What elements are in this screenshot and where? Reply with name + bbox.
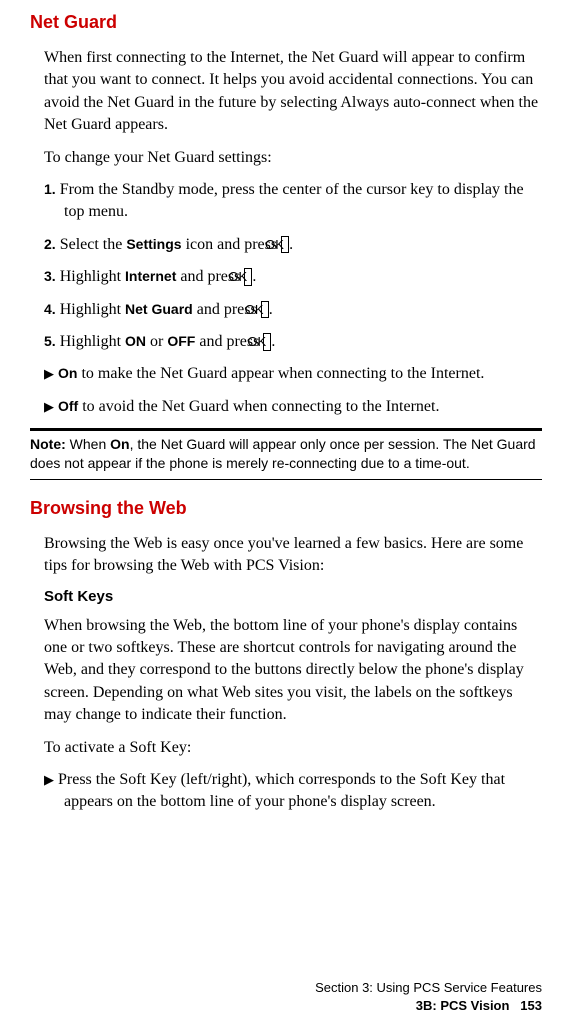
ui-label: On [110, 436, 129, 452]
step-text: . [271, 333, 275, 350]
ui-label: ON [125, 333, 146, 349]
ui-label: Off [58, 398, 78, 414]
softkeys-para: When browsing the Web, the bottom line o… [44, 615, 542, 727]
step-text: Highlight [60, 333, 125, 350]
step-num: 2. [44, 236, 56, 252]
netguard-intro: When first connecting to the Internet, t… [44, 47, 542, 137]
step-num: 4. [44, 301, 56, 317]
step-text: From the Standby mode, press the center … [60, 181, 524, 220]
heading-net-guard: Net Guard [30, 12, 542, 33]
bullet-text: to avoid the Net Guard when connecting t… [78, 398, 439, 415]
step-text: Select the [60, 236, 127, 253]
bullet-marker-icon: ▶ [44, 399, 58, 414]
ui-label: OFF [167, 333, 195, 349]
ui-label: Internet [125, 268, 176, 284]
note-block: Note: When On, the Net Guard will appear… [30, 428, 542, 480]
bullet-text: to make the Net Guard appear when connec… [77, 365, 484, 382]
netguard-change-intro: To change your Net Guard settings: [44, 147, 542, 169]
step-text: or [146, 333, 167, 350]
step-text: . [269, 301, 273, 318]
bullet-on: ▶On to make the Net Guard appear when co… [44, 363, 542, 385]
activate-intro: To activate a Soft Key: [44, 737, 542, 759]
note-label: Note: [30, 436, 66, 452]
step-num: 5. [44, 333, 56, 349]
step-text: Highlight [60, 301, 125, 318]
page-footer: Section 3: Using PCS Service Features 3B… [315, 979, 542, 1015]
ui-label: On [58, 365, 77, 381]
bullet-marker-icon: ▶ [44, 772, 58, 787]
footer-section-line: Section 3: Using PCS Service Features [315, 979, 542, 997]
step-3: 3. Highlight Internet and press OK. [44, 266, 542, 288]
bullet-text: Press the Soft Key (left/right), which c… [58, 771, 505, 810]
step-1: 1. From the Standby mode, press the cent… [44, 179, 542, 224]
step-text: . [252, 268, 256, 285]
step-text: Highlight [60, 268, 125, 285]
footer-subsection: 3B: PCS Vision [416, 998, 510, 1013]
page-number: 153 [520, 998, 542, 1013]
footer-subsection-line: 3B: PCS Vision 153 [315, 997, 542, 1015]
step-5: 5. Highlight ON or OFF and press OK. [44, 331, 542, 353]
ui-label: Settings [126, 236, 181, 252]
heading-browsing: Browsing the Web [30, 498, 542, 519]
step-2: 2. Select the Settings icon and press OK… [44, 234, 542, 256]
step-num: 1. [44, 181, 56, 197]
ui-label: Net Guard [125, 301, 193, 317]
note-text: When [66, 436, 110, 452]
bullet-off: ▶Off to avoid the Net Guard when connect… [44, 396, 542, 418]
step-text: . [289, 236, 293, 253]
ok-key-icon: OK [281, 236, 289, 254]
ok-key-icon: OK [261, 301, 269, 319]
bullet-softkey: ▶Press the Soft Key (left/right), which … [44, 769, 542, 814]
step-num: 3. [44, 268, 56, 284]
bullet-marker-icon: ▶ [44, 366, 58, 381]
browsing-intro: Browsing the Web is easy once you've lea… [44, 533, 542, 578]
step-4: 4. Highlight Net Guard and press OK. [44, 299, 542, 321]
subheading-softkeys: Soft Keys [44, 588, 542, 605]
